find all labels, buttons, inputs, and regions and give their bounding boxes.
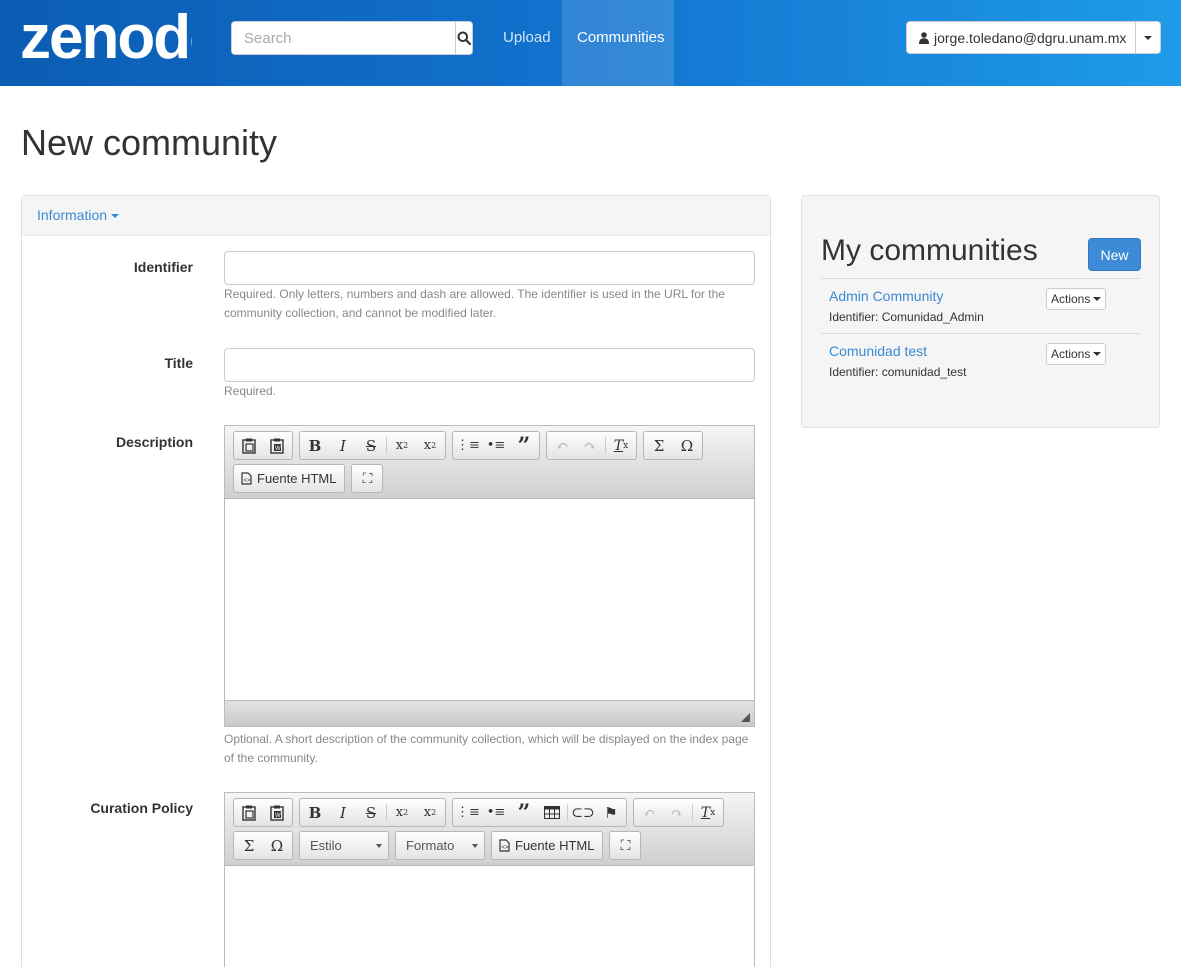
maximize-icon[interactable]: ⛶ <box>611 832 639 859</box>
chevron-down-icon <box>1093 297 1102 301</box>
search-input[interactable] <box>232 22 455 54</box>
information-tab-dropdown[interactable]: Information <box>37 207 120 223</box>
style-select[interactable]: Estilo <box>299 831 389 860</box>
bold-icon[interactable]: B <box>301 432 329 459</box>
strikethrough-icon[interactable]: S <box>357 799 385 826</box>
html-source-button[interactable]: <> Fuente HTML <box>235 465 343 492</box>
numbered-list-icon[interactable]: ⋮≡ <box>454 432 482 459</box>
list-item: Comunidad test Identifier: comunidad_tes… <box>821 333 1141 388</box>
superscript-icon[interactable]: x2 <box>416 799 444 826</box>
user-icon <box>919 31 929 44</box>
search-button[interactable] <box>455 22 472 54</box>
user-menu-button[interactable]: jorge.toledano@dgru.unam.mx <box>907 22 1135 53</box>
source-icon: <> <box>241 472 252 485</box>
page-title: New community <box>21 122 278 163</box>
community-link[interactable]: Comunidad test <box>829 343 927 359</box>
my-communities-title: My communities <box>821 234 1038 267</box>
user-menu-dropdown-toggle[interactable] <box>1135 22 1160 53</box>
user-email: jorge.toledano@dgru.unam.mx <box>934 29 1127 46</box>
table-icon[interactable] <box>538 799 566 826</box>
subscript-icon[interactable]: x2 <box>388 432 416 459</box>
chevron-down-icon <box>472 843 478 848</box>
curation-policy-editor: W B I S x2 x2 ⋮≡ •≡ ” ⊂⊃ ⚑ ↶ ↷ T x Σ Ω E… <box>224 792 755 967</box>
title-input[interactable] <box>224 348 755 382</box>
resize-handle-icon[interactable] <box>741 713 750 722</box>
numbered-list-icon[interactable]: ⋮≡ <box>454 799 482 826</box>
math-sigma-icon[interactable]: Σ <box>645 432 673 459</box>
special-character-icon[interactable]: Ω <box>263 832 291 859</box>
nav-communities[interactable]: Communities <box>562 0 674 86</box>
svg-text:zenodo: zenodo <box>20 6 192 64</box>
redo-icon[interactable]: ↷ <box>576 432 604 459</box>
math-sigma-icon[interactable]: Σ <box>235 832 263 859</box>
remove-format-icon[interactable]: Tx <box>607 432 635 459</box>
bulleted-list-icon[interactable]: •≡ <box>482 432 510 459</box>
svg-text:<>: <> <box>244 478 252 484</box>
identifier-input[interactable] <box>224 251 755 285</box>
bulleted-list-icon[interactable]: •≡ <box>482 799 510 826</box>
blockquote-icon[interactable]: ” <box>510 432 538 459</box>
superscript-icon[interactable]: x2 <box>416 432 444 459</box>
undo-icon[interactable]: ↶ <box>635 799 663 826</box>
curation-policy-text-area[interactable] <box>225 866 754 967</box>
community-form-panel: Information Identifier Required. Only le… <box>21 195 771 967</box>
description-editor: W B I S x2 x2 ⋮≡ •≡ ” ↶ ↷ T x Σ Ω <> Fue… <box>224 425 755 727</box>
curation-policy-label: Curation Policy <box>90 800 193 816</box>
editor-statusbar <box>225 700 754 726</box>
chevron-down-icon <box>111 214 120 219</box>
italic-icon[interactable]: I <box>329 432 357 459</box>
top-navbar: zenodo Upload Communities jorge.toledano… <box>0 0 1181 86</box>
community-identifier: Identifier: Comunidad_Admin <box>829 310 984 324</box>
special-character-icon[interactable]: Ω <box>673 432 701 459</box>
title-label: Title <box>164 355 193 371</box>
svg-text:W: W <box>275 446 281 452</box>
community-link[interactable]: Admin Community <box>829 288 943 304</box>
svg-text:<>: <> <box>502 845 510 851</box>
community-identifier: Identifier: comunidad_test <box>829 365 967 379</box>
search-icon <box>457 31 471 45</box>
remove-format-icon[interactable]: Tx <box>694 799 722 826</box>
list-item: Admin Community Identifier: Comunidad_Ad… <box>821 278 1141 333</box>
chevron-down-icon <box>376 843 382 848</box>
link-icon[interactable]: ⊂⊃ <box>569 799 597 826</box>
identifier-help: Required. Only letters, numbers and dash… <box>224 287 725 320</box>
actions-dropdown-button[interactable]: Actions <box>1046 288 1107 310</box>
description-help: Optional. A short description of the com… <box>224 732 749 765</box>
community-list: Admin Community Identifier: Comunidad_Ad… <box>821 278 1141 388</box>
my-communities-panel: My communities New Admin Community Ident… <box>801 195 1160 428</box>
new-community-button[interactable]: New <box>1088 238 1141 271</box>
strikethrough-icon[interactable]: S <box>357 432 385 459</box>
paste-from-word-icon[interactable]: W <box>263 799 291 826</box>
blockquote-icon[interactable]: ” <box>510 799 538 826</box>
editor-toolbar: W B I S x2 x2 ⋮≡ •≡ ” ⊂⊃ ⚑ ↶ ↷ T x Σ Ω E… <box>225 793 754 866</box>
zenodo-logo[interactable]: zenodo <box>20 6 192 64</box>
paste-icon[interactable] <box>235 799 263 826</box>
html-source-button[interactable]: <> Fuente HTML <box>493 832 601 859</box>
bold-icon[interactable]: B <box>301 799 329 826</box>
format-select[interactable]: Formato <box>395 831 485 860</box>
identifier-label: Identifier <box>133 259 193 275</box>
search-box <box>231 21 473 55</box>
actions-dropdown-button[interactable]: Actions <box>1046 343 1107 365</box>
paste-icon[interactable] <box>235 432 263 459</box>
description-label: Description <box>115 434 193 450</box>
source-icon: <> <box>499 839 510 852</box>
panel-header: Information <box>22 196 770 236</box>
paste-from-word-icon[interactable]: W <box>263 432 291 459</box>
user-menu: jorge.toledano@dgru.unam.mx <box>906 21 1161 54</box>
description-text-area[interactable] <box>225 499 754 700</box>
chevron-down-icon <box>1144 35 1152 40</box>
undo-icon[interactable]: ↶ <box>548 432 576 459</box>
italic-icon[interactable]: I <box>329 799 357 826</box>
redo-icon[interactable]: ↷ <box>663 799 691 826</box>
nav-upload[interactable]: Upload <box>488 0 566 86</box>
anchor-flag-icon[interactable]: ⚑ <box>597 799 625 826</box>
title-help: Required. <box>224 384 277 398</box>
svg-text:W: W <box>275 813 281 819</box>
subscript-icon[interactable]: x2 <box>388 799 416 826</box>
chevron-down-icon <box>1093 352 1102 356</box>
editor-toolbar: W B I S x2 x2 ⋮≡ •≡ ” ↶ ↷ T x Σ Ω <> Fue… <box>225 426 754 499</box>
maximize-icon[interactable]: ⛶ <box>353 465 381 492</box>
